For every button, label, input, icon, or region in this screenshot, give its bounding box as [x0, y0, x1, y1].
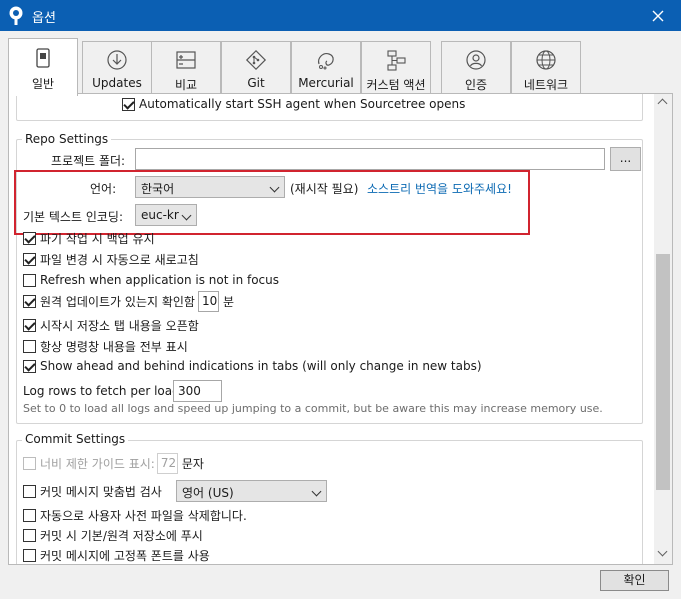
width-guide-label: 너비 제한 가이드 표시:	[40, 456, 155, 471]
auto-refresh-checkbox[interactable]	[23, 252, 36, 266]
delete-dictionary-label: 자동으로 사용자 사전 파일을 삭제합니다.	[40, 508, 247, 523]
remote-update-label: 원격 업데이트가 있는지 확인함	[40, 294, 195, 309]
network-icon	[536, 50, 556, 70]
keep-backup-checkbox[interactable]	[23, 231, 36, 245]
tab-label: Updates	[92, 76, 142, 90]
tab-general[interactable]: 일반	[8, 38, 78, 96]
spellcheck-option[interactable]: 커밋 메시지 맞춤법 검사	[23, 482, 162, 500]
push-on-commit-label: 커밋 시 기본/원격 저장소에 푸시	[40, 528, 203, 543]
browse-button[interactable]: ...	[610, 147, 641, 171]
tab-label: 일반	[31, 77, 55, 91]
log-rows-label: Log rows to fetch per load:	[23, 384, 184, 398]
diff-icon	[176, 51, 196, 69]
switch-icon	[36, 48, 50, 68]
ahead-behind-option[interactable]: Show ahead and behind indications in tab…	[23, 357, 482, 375]
delete-dictionary-checkbox[interactable]	[23, 508, 36, 522]
tab-label: 커스텀 액션	[366, 78, 426, 92]
auto-refresh-label: 파일 변경 시 자동으로 새로고침	[40, 252, 199, 267]
monospace-font-checkbox[interactable]	[23, 548, 36, 562]
tab-label: Mercurial	[298, 76, 354, 90]
open-tabs-checkbox[interactable]	[23, 318, 36, 332]
tab-mercurial[interactable]: Mercurial	[291, 41, 361, 93]
tab-network[interactable]: 네트워크	[511, 41, 581, 93]
refresh-unfocused-label: Refresh when application is not in focus	[40, 273, 280, 287]
close-icon	[652, 10, 664, 21]
project-folder-input[interactable]	[135, 148, 605, 170]
width-guide-unit: 문자	[181, 456, 204, 471]
ahead-behind-label: Show ahead and behind indications in tab…	[40, 359, 482, 373]
show-full-output-option[interactable]: 항상 명령창 내용을 전부 표시	[23, 337, 188, 355]
push-on-commit-option[interactable]: 커밋 시 기본/원격 저장소에 푸시	[23, 526, 203, 544]
log-rows-input[interactable]: 300	[173, 380, 222, 402]
tab-git[interactable]: Git	[221, 41, 291, 93]
remote-update-check-option[interactable]: 원격 업데이트가 있는지 확인함 10 분	[23, 290, 235, 312]
delete-dictionary-option[interactable]: 자동으로 사용자 사전 파일을 삭제합니다.	[23, 506, 247, 524]
sourcetree-icon	[9, 6, 23, 25]
chevron-down-icon	[311, 486, 322, 497]
ahead-behind-checkbox[interactable]	[23, 359, 36, 373]
remote-update-checkbox[interactable]	[23, 294, 36, 308]
keep-backup-option[interactable]: 파기 작업 시 백업 유지	[23, 231, 155, 245]
mercurial-icon	[318, 53, 334, 70]
show-full-output-label: 항상 명령창 내용을 전부 표시	[40, 339, 188, 354]
tab-custom-actions[interactable]: 커스텀 액션	[361, 41, 431, 93]
scroll-down-icon[interactable]	[657, 546, 668, 557]
window-title: 옵션	[32, 11, 56, 26]
ssh-agent-checkbox[interactable]	[122, 97, 135, 111]
auto-refresh-option[interactable]: 파일 변경 시 자동으로 새로고침	[23, 250, 199, 268]
open-tabs-option[interactable]: 시작시 저장소 탭 내용을 오픈함	[23, 316, 199, 334]
width-guide-checkbox[interactable]	[23, 456, 36, 470]
vertical-scrollbar[interactable]	[654, 94, 672, 564]
ssh-agent-label: Automatically start SSH agent when Sourc…	[139, 97, 466, 111]
highlight-annotation	[14, 170, 530, 235]
title-bar: 옵션	[0, 0, 681, 31]
commit-settings-title: Commit Settings	[22, 432, 129, 446]
log-rows-note: Set to 0 to load all logs and speed up j…	[23, 402, 603, 415]
push-on-commit-checkbox[interactable]	[23, 528, 36, 542]
update-interval-unit: 분	[222, 294, 235, 309]
spellcheck-checkbox[interactable]	[23, 484, 36, 498]
monospace-font-option[interactable]: 커밋 메시지에 고정폭 폰트를 사용	[23, 546, 210, 564]
general-settings-panel: Automatically start SSH agent when Sourc…	[8, 93, 673, 565]
open-tabs-label: 시작시 저장소 탭 내용을 오픈함	[40, 318, 199, 333]
scroll-up-icon[interactable]	[657, 98, 668, 109]
tab-label: 비교	[174, 78, 198, 92]
tab-strip: 일반 Updates 비교 Git Mercurial 커스텀 액션 인증 네트…	[8, 38, 673, 96]
tab-label: 인증	[464, 78, 488, 92]
tab-diff[interactable]: 비교	[151, 41, 221, 93]
ok-button[interactable]: 확인	[600, 570, 669, 591]
keep-backup-label: 파기 작업 시 백업 유지	[40, 231, 155, 246]
spellcheck-language-select[interactable]: 영어 (US)	[176, 480, 327, 502]
tab-label: 네트워크	[523, 78, 569, 92]
refresh-unfocused-option[interactable]: Refresh when application is not in focus	[23, 271, 279, 289]
refresh-unfocused-checkbox[interactable]	[23, 273, 36, 287]
auth-icon	[466, 50, 486, 70]
update-interval-input[interactable]: 10	[197, 290, 219, 312]
download-icon	[107, 50, 127, 70]
show-full-output-checkbox[interactable]	[23, 339, 36, 353]
spellcheck-language-value: 영어 (US)	[182, 486, 234, 500]
width-guide-input[interactable]: 72	[156, 452, 178, 474]
custom-action-icon	[387, 50, 406, 71]
repo-settings-title: Repo Settings	[22, 132, 112, 146]
scroll-thumb[interactable]	[656, 254, 670, 490]
git-icon	[245, 49, 267, 71]
tab-updates[interactable]: Updates	[82, 41, 152, 93]
monospace-font-label: 커밋 메시지에 고정폭 폰트를 사용	[40, 548, 210, 563]
project-folder-label: 프로젝트 폴더:	[51, 154, 126, 168]
width-guide-option[interactable]: 너비 제한 가이드 표시: 72 문자	[23, 452, 204, 474]
spellcheck-label: 커밋 메시지 맞춤법 검사	[40, 484, 162, 499]
ssh-agent-option[interactable]: Automatically start SSH agent when Sourc…	[122, 95, 465, 113]
tab-label: Git	[247, 76, 265, 90]
close-button[interactable]	[635, 0, 681, 31]
tab-authentication[interactable]: 인증	[441, 41, 511, 93]
